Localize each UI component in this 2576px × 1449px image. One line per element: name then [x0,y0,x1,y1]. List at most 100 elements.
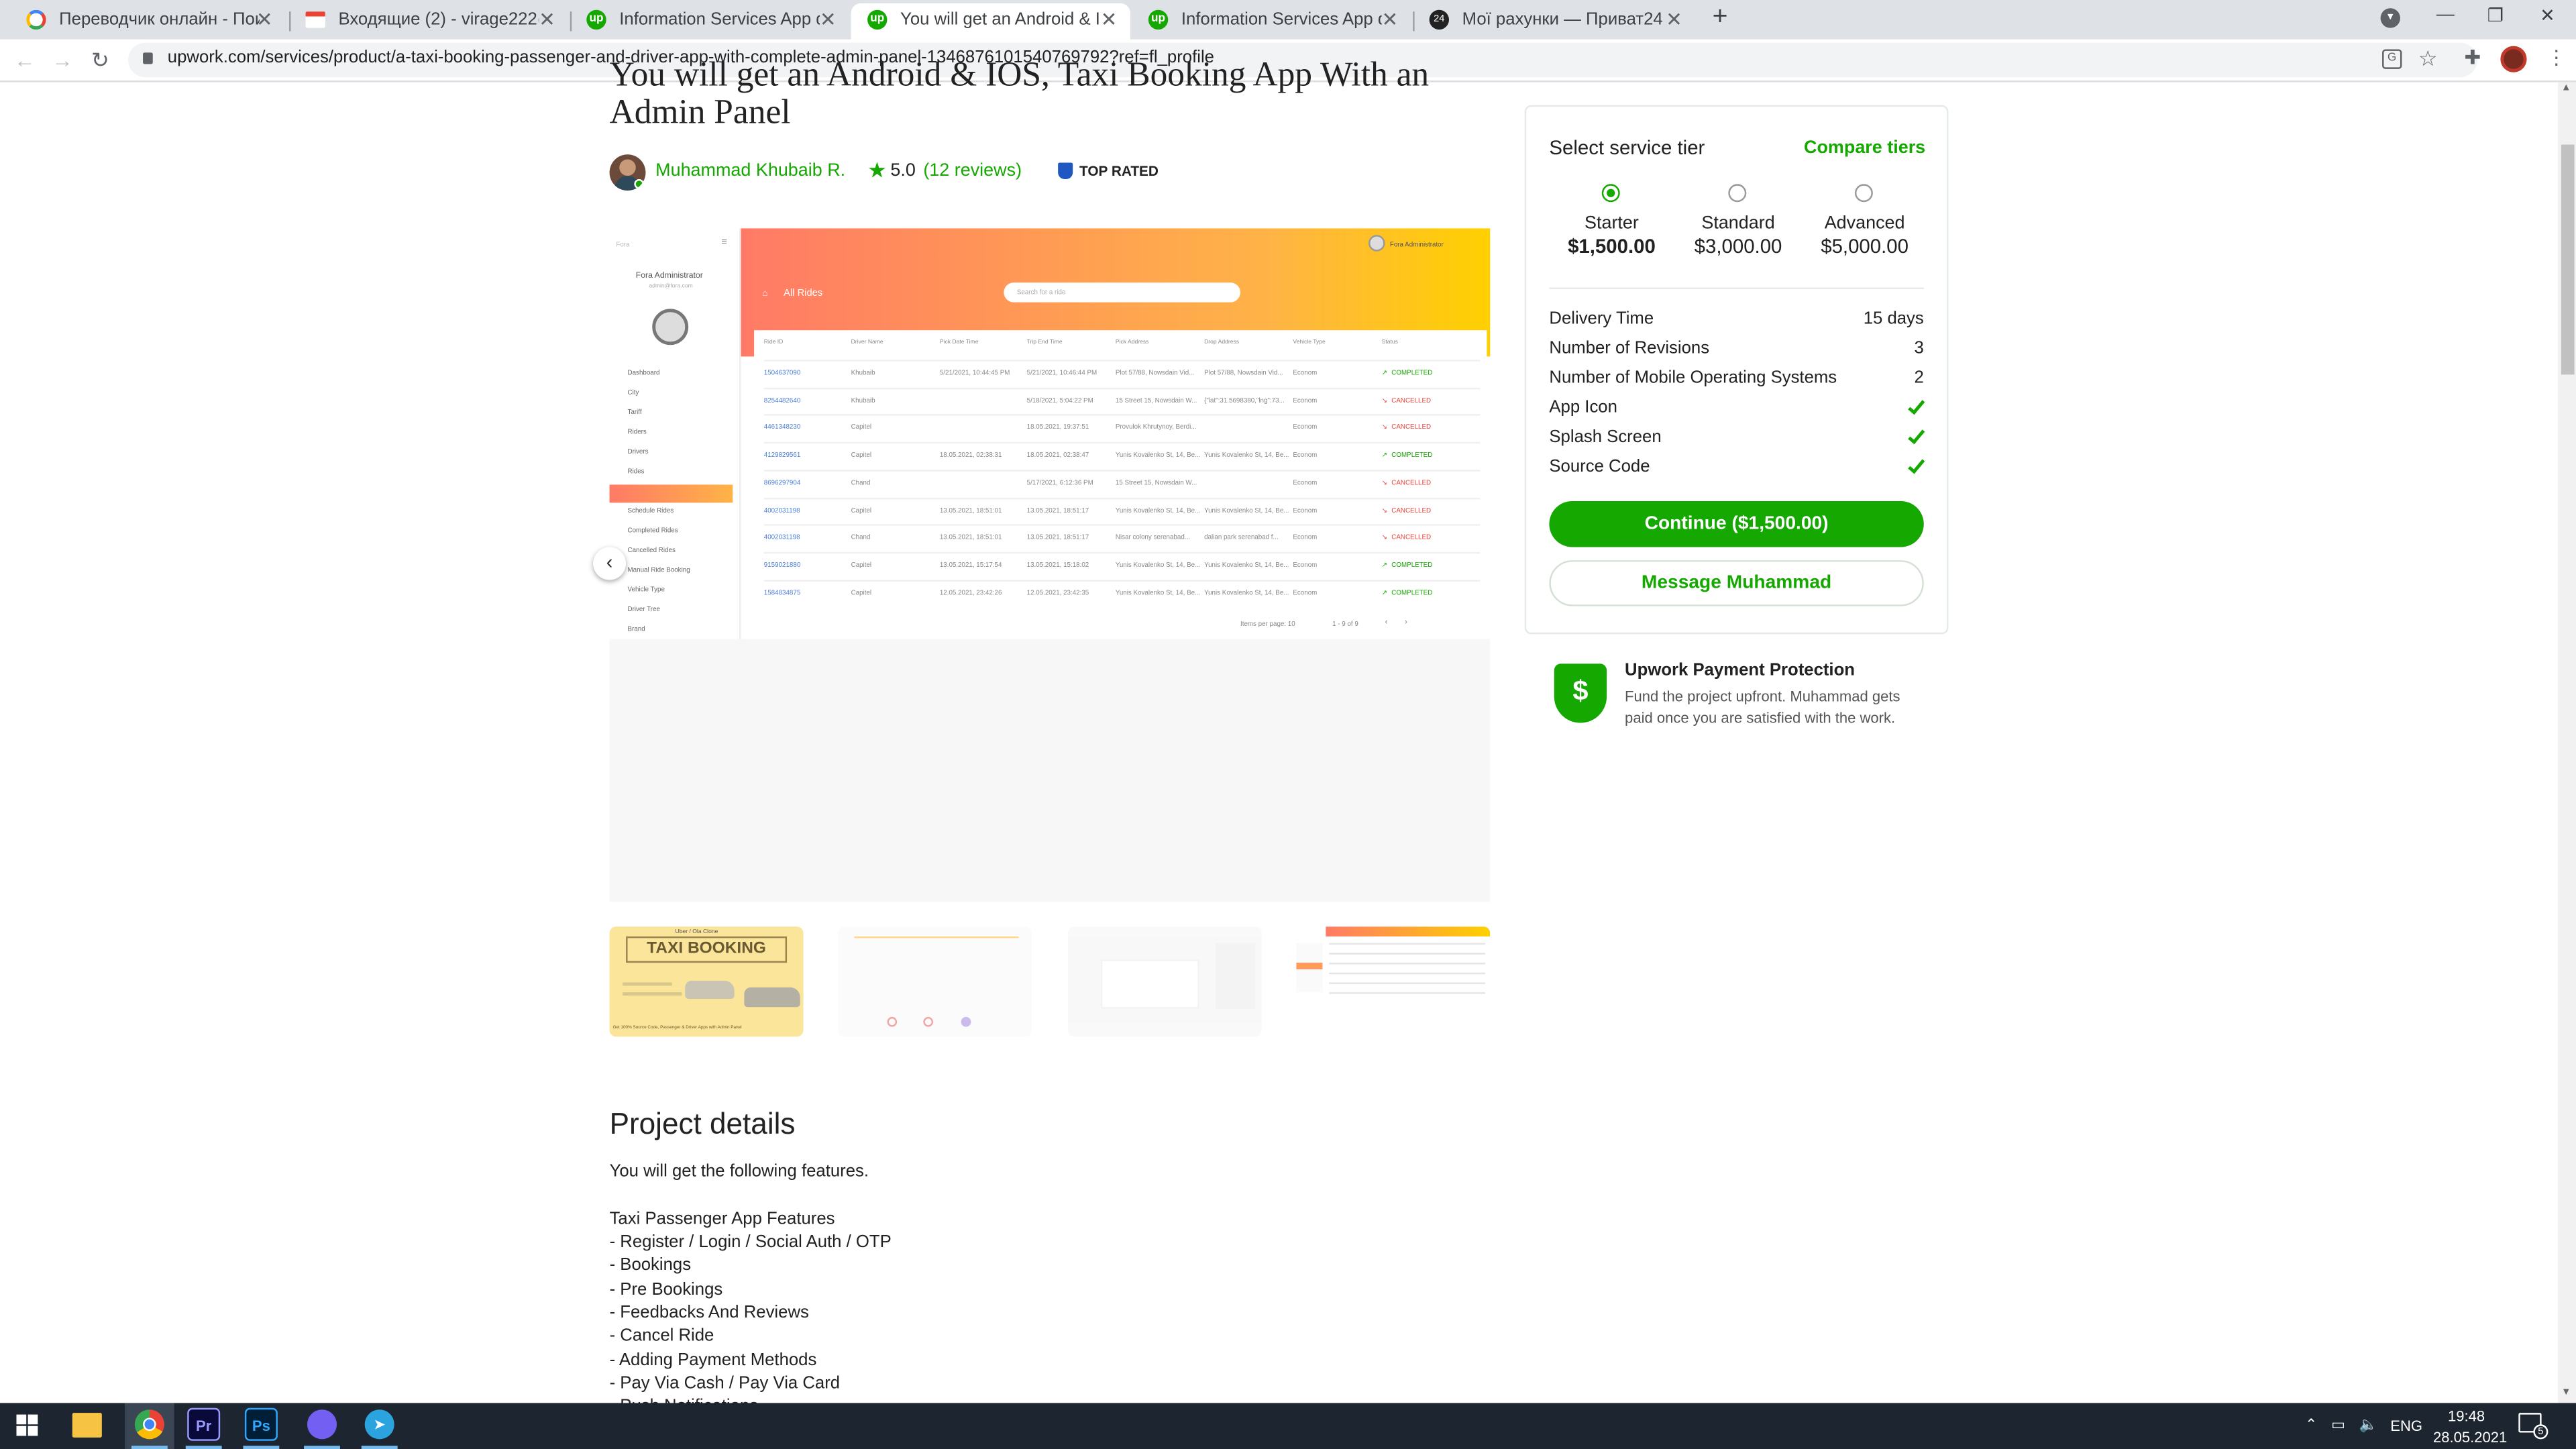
feature-label: Number of Mobile Operating Systems [1549,368,1837,388]
restore-icon[interactable]: ❐ [2487,5,2504,26]
seller-avatar[interactable] [609,154,646,191]
close-icon[interactable]: ✕ [820,3,837,36]
active-indicator [243,1446,280,1449]
rating-value: 5.0 [890,161,916,181]
feature-value: 3 [1914,338,1924,358]
feature-label: Splash Screen [1549,427,1662,447]
trend-up-icon: ↗ [1381,587,1387,596]
tab-privat24[interactable]: 24 Мої рахунки — Приват24 ✕ [1413,3,1695,40]
admin-sidebar-item: Dashboard [627,368,660,376]
table-cell: Econom [1293,368,1318,376]
table-cell[interactable]: 1584834875 [764,588,800,596]
close-icon[interactable]: ✕ [1666,3,1682,36]
network-icon[interactable]: ▭ [2331,1416,2345,1434]
language-indicator[interactable]: ENG [2390,1417,2422,1434]
table-row-divider [763,496,1481,499]
tab-search-icon[interactable]: ▾ [2380,8,2400,28]
photoshop-icon[interactable]: Ps [244,1407,278,1441]
premiere-icon[interactable]: Pr [187,1407,221,1441]
tier-name-starter[interactable]: Starter [1546,213,1678,233]
tab-gmail[interactable]: Входящие (2) - virage222@gmail. ✕ [289,3,568,40]
tier-name-standard[interactable]: Standard [1672,213,1804,233]
gallery-prev-button[interactable]: ‹ [593,547,627,580]
telegram-icon[interactable]: ➤ [364,1409,394,1440]
message-seller-button[interactable]: Message Muhammad [1549,560,1924,606]
table-row-divider [763,579,1481,581]
notifications-icon[interactable]: 5 [2518,1413,2548,1440]
close-icon[interactable]: ✕ [256,3,273,36]
gmail-icon [305,11,325,28]
profile-avatar[interactable] [2500,46,2527,72]
admin-sidebar-item: Rides [627,466,645,475]
scroll-up-icon[interactable]: ▲ [2561,84,2571,94]
new-tab-button[interactable]: + [1705,3,1735,33]
seller-name-link[interactable]: Muhammad Khubaib R. [655,161,845,180]
tab-title: You will get an Android & IOS, Ta [900,9,1101,30]
tier-radio-starter[interactable] [1601,184,1620,203]
table-cell[interactable]: 4129829561 [764,450,800,458]
gallery-thumbnail-1[interactable]: Uber / Ola Clone TAXI BOOKING Get 100% S… [609,926,804,1037]
page-title: You will get an Android & IOS, Taxi Book… [609,54,1430,131]
chrome-icon[interactable] [134,1409,164,1440]
translate-icon[interactable]: G [2382,49,2402,69]
table-cell: Chand [851,532,871,541]
trend-down-icon: ↘ [1381,532,1387,541]
extensions-icon[interactable]: ✚ [2464,46,2481,69]
table-cell[interactable]: 8254482640 [764,395,800,403]
tier-name-advanced[interactable]: Advanced [1799,213,1931,233]
table-cell[interactable]: 9159021880 [764,560,800,568]
feature-value: 15 days [1863,309,1924,329]
tier-radio-standard[interactable] [1728,184,1747,203]
close-icon[interactable]: ✕ [1381,3,1398,36]
privat24-icon: 24 [1429,9,1450,30]
table-cell: Yunis Kovalenko St, 14, Be... [1204,505,1289,514]
tab-upwork-active[interactable]: up You will get an Android & IOS, Ta ✕ [851,3,1130,40]
table-cell[interactable]: 4002031198 [764,505,800,513]
status-badge: CANCELLED [1391,395,1432,404]
browser-menu-icon[interactable]: ⋮ [2546,46,2566,69]
tier-radio-advanced[interactable] [1854,184,1873,203]
back-icon[interactable]: ← [10,46,40,74]
continue-button[interactable]: Continue ($1,500.00) [1549,500,1924,547]
scrollbar-thumb[interactable] [2561,144,2575,375]
file-explorer-icon[interactable] [72,1413,102,1438]
table-cell: Econom [1293,505,1318,514]
table-cell[interactable]: 1504637090 [764,368,800,376]
scroll-down-icon[interactable]: ▼ [2561,1388,2571,1398]
table-cell: 12.05.2021, 23:42:35 [1026,587,1089,596]
gallery-main-image[interactable]: Fora ≡ Fora Administrator admin@fora.com… [609,228,1491,902]
clock-date[interactable]: 28.05.2021 [2433,1430,2507,1446]
admin-sidebar-item: City [627,387,639,396]
table-cell: Yunis Kovalenko St, 14, Be... [1115,450,1201,459]
close-icon[interactable]: ✕ [539,3,555,36]
tab-translator[interactable]: Переводчик онлайн - Поиск в G ✕ [10,3,286,40]
trend-down-icon: ↘ [1381,478,1387,486]
table-cell: 13.05.2021, 18:51:01 [939,532,1002,541]
gallery-thumbnail-2[interactable] [837,926,1032,1037]
reviews-link[interactable]: (12 reviews) [923,161,1022,180]
tray-chevron-icon[interactable]: ⌃ [2305,1416,2317,1434]
clock-time[interactable]: 19:48 [2448,1408,2485,1424]
gallery-thumbnail-4[interactable] [1296,926,1491,1037]
windows-icon[interactable] [16,1414,39,1438]
window-close-icon[interactable]: ✕ [2540,5,2555,26]
page-next-icon: › [1404,617,1407,628]
close-icon[interactable]: ✕ [1101,3,1118,36]
tab-upwork-1[interactable]: up Information Services App develop ✕ [570,3,849,40]
table-cell[interactable]: 8696297904 [764,478,800,486]
minimize-icon[interactable]: — [2436,5,2455,24]
gallery-thumbnail-3[interactable] [1067,926,1262,1037]
reload-icon[interactable]: ↻ [85,46,115,74]
forward-icon[interactable]: → [48,46,77,74]
table-cell[interactable]: 4461348230 [764,423,800,431]
compare-tiers-link[interactable]: Compare tiers [1804,138,1925,158]
tab-upwork-2[interactable]: up Information Services App develop ✕ [1132,3,1411,40]
table-cell[interactable]: 4002031198 [764,533,800,541]
volume-icon[interactable]: 🔈 [2359,1416,2377,1434]
admin-sidebar-item: Vehicle Type [627,584,665,594]
bookmark-star-icon[interactable]: ☆ [2418,46,2438,72]
top-rated-icon [1058,162,1073,179]
tab-title: Входящие (2) - virage222@gmail. [338,9,539,30]
admin-sidebar-item: Tariff [627,407,642,416]
viber-icon[interactable] [307,1409,337,1440]
